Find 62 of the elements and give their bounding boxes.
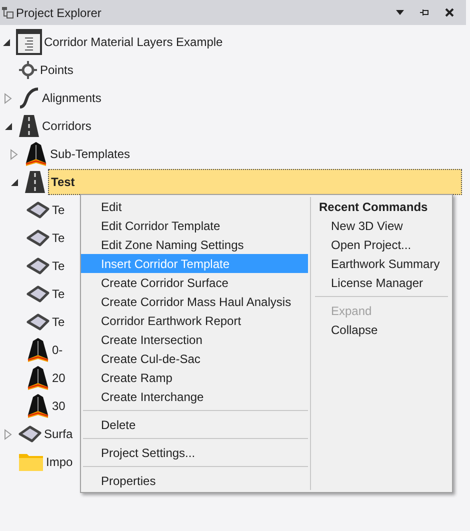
menu-item[interactable]: Create Corridor Mass Haul Analysis	[81, 292, 308, 311]
tree-item[interactable]: Points	[40, 57, 78, 83]
tree-item[interactable]: Impo	[46, 449, 77, 475]
menu-item[interactable]: Earthwork Summary	[315, 254, 452, 273]
surface-icon	[26, 257, 50, 275]
menu-item[interactable]: Create Corridor Surface	[81, 273, 308, 292]
collapse-arrow-icon[interactable]	[2, 38, 11, 46]
tree-item[interactable]: Alignments	[42, 85, 106, 111]
folder-icon	[18, 452, 44, 472]
tree-item[interactable]: Te	[52, 225, 69, 251]
road-template-icon	[26, 365, 50, 391]
road-template-icon	[26, 393, 50, 419]
panel-title: Project Explorer	[16, 4, 102, 22]
menu-item[interactable]: Edit	[81, 197, 308, 216]
surface-icon	[18, 425, 42, 443]
tree-item[interactable]: Te	[52, 281, 69, 307]
surface-icon	[26, 313, 50, 331]
menu-item[interactable]: New 3D View	[315, 216, 452, 235]
curve-icon	[18, 87, 40, 109]
surface-icon	[26, 229, 50, 247]
tree-item[interactable]: Te	[52, 197, 69, 223]
menu-item[interactable]: Create Ramp	[81, 368, 308, 387]
tree-item[interactable]: Test	[48, 169, 462, 195]
dropdown-icon[interactable]	[396, 10, 404, 15]
menu-item[interactable]: License Manager	[315, 273, 452, 292]
menu-item[interactable]: Corridor Earthwork Report	[81, 311, 308, 330]
explorer-icon	[2, 6, 14, 18]
surface-icon	[26, 285, 50, 303]
expand-arrow-icon[interactable]	[10, 148, 18, 160]
tree-item[interactable]: Surfa	[44, 421, 77, 447]
expand-arrow-icon[interactable]	[4, 92, 12, 104]
pin-icon[interactable]	[420, 9, 429, 16]
tree-item[interactable]: Te	[52, 309, 69, 335]
menu-item[interactable]: Properties	[81, 471, 308, 490]
menu-item[interactable]: Create Cul-de-Sac	[81, 349, 308, 368]
crosshair-icon	[18, 60, 38, 80]
tree-item[interactable]: Sub-Templates	[50, 141, 134, 167]
menu-item[interactable]: Project Settings...	[81, 443, 308, 462]
tree-item[interactable]: 0-	[52, 337, 67, 363]
collapse-arrow-icon[interactable]	[4, 122, 13, 130]
menu-item[interactable]: Create Intersection	[81, 330, 308, 349]
close-icon[interactable]	[445, 8, 454, 17]
tree-item[interactable]: 20	[52, 365, 70, 391]
menu-item[interactable]: Create Interchange	[81, 387, 308, 406]
tree-item[interactable]: 30	[52, 393, 70, 419]
collapse-arrow-icon[interactable]	[10, 178, 19, 186]
menu-item[interactable]: Open Project...	[315, 235, 452, 254]
expand-arrow-icon[interactable]	[4, 428, 12, 440]
menu-item[interactable]: Collapse	[315, 320, 452, 339]
tree-item[interactable]: Te	[52, 253, 69, 279]
road-template-icon	[24, 141, 48, 167]
surface-icon	[26, 201, 50, 219]
menu-item[interactable]: Delete	[81, 415, 308, 434]
tree-item[interactable]: Corridor Material Layers Example	[44, 29, 227, 55]
road-icon	[24, 170, 46, 194]
menu-item[interactable]: Edit Corridor Template	[81, 216, 308, 235]
project-icon	[16, 29, 42, 55]
menu-heading: Recent Commands	[318, 198, 429, 216]
road-icon	[18, 114, 40, 138]
road-template-icon	[26, 337, 50, 363]
tree-item[interactable]: Corridors	[42, 113, 96, 139]
menu-item[interactable]: Edit Zone Naming Settings	[81, 235, 308, 254]
